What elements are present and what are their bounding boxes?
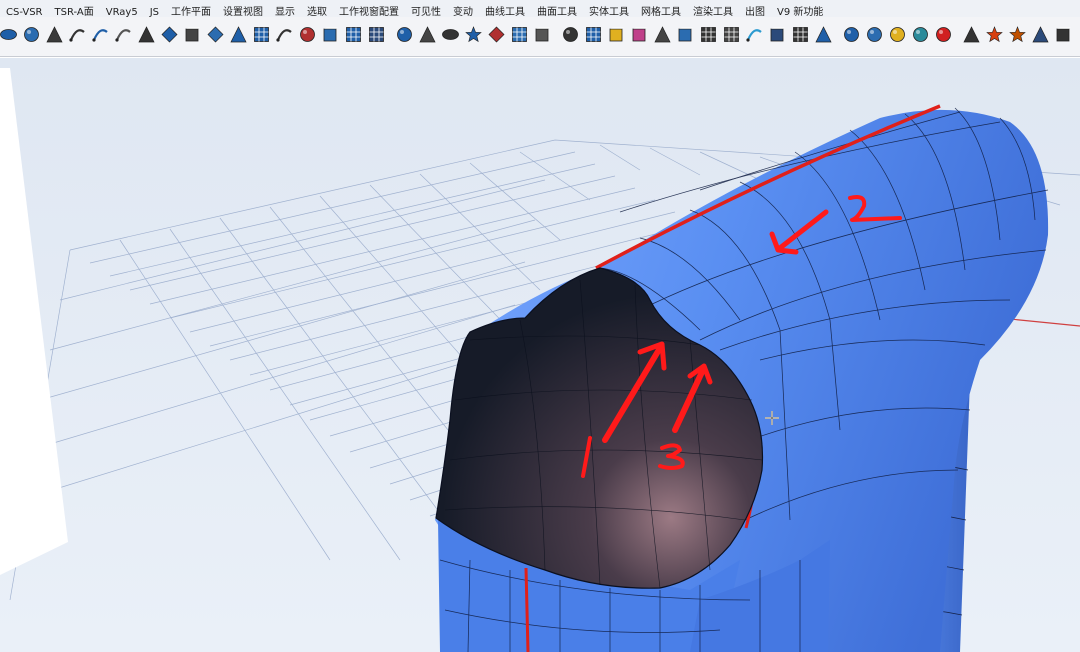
blend-curve-icon[interactable] bbox=[276, 26, 293, 43]
split-icon[interactable] bbox=[138, 26, 155, 43]
bridge-icon[interactable] bbox=[419, 26, 436, 43]
menu-tab-6[interactable]: 显示 bbox=[269, 4, 301, 17]
dumbbell-icon[interactable] bbox=[442, 26, 459, 43]
extrude-icon[interactable] bbox=[184, 26, 201, 43]
pen-icon[interactable] bbox=[230, 26, 247, 43]
globe-icon[interactable] bbox=[396, 26, 413, 43]
menu-tab-9[interactable]: 可见性 bbox=[405, 4, 447, 17]
menu-tab-17[interactable]: V9 新功能 bbox=[771, 4, 829, 17]
rebuild-icon[interactable] bbox=[207, 26, 224, 43]
red-puzzle-icon[interactable] bbox=[986, 26, 1003, 43]
gears-icon[interactable] bbox=[843, 26, 860, 43]
menu-tab-11[interactable]: 曲线工具 bbox=[479, 4, 531, 17]
menu-tab-14[interactable]: 网格工具 bbox=[635, 4, 687, 17]
dock-icon[interactable] bbox=[534, 26, 551, 43]
menu-tab-2[interactable]: VRay5 bbox=[100, 4, 144, 17]
tools-icon[interactable] bbox=[815, 26, 832, 43]
gear-puzzle-icon[interactable] bbox=[1009, 26, 1026, 43]
bench-icon[interactable] bbox=[654, 26, 671, 43]
toolbar bbox=[0, 17, 1080, 57]
menu-tab-12[interactable]: 曲面工具 bbox=[531, 4, 583, 17]
menu-tab-4[interactable]: 工作平面 bbox=[165, 4, 217, 17]
sphere-icon[interactable] bbox=[23, 26, 40, 43]
ellipsoid-icon[interactable] bbox=[0, 26, 17, 43]
circle-yellow-icon[interactable] bbox=[889, 26, 906, 43]
star-icon[interactable] bbox=[465, 26, 482, 43]
menu-tab-3[interactable]: JS bbox=[144, 4, 165, 17]
no-entry-icon[interactable] bbox=[935, 26, 952, 43]
gold-cube-icon[interactable] bbox=[608, 26, 625, 43]
film-icon[interactable] bbox=[368, 26, 385, 43]
connect-icon[interactable] bbox=[299, 26, 316, 43]
rotate-icon[interactable] bbox=[562, 26, 579, 43]
list-icon[interactable] bbox=[792, 26, 809, 43]
circle-teal-icon[interactable] bbox=[912, 26, 929, 43]
menu-tab-1[interactable]: TSR-A面 bbox=[49, 4, 100, 17]
hook-icon[interactable] bbox=[746, 26, 763, 43]
blue-cube-icon[interactable] bbox=[677, 26, 694, 43]
menu-tab-7[interactable]: 选取 bbox=[301, 4, 333, 17]
pink-cube-icon[interactable] bbox=[631, 26, 648, 43]
lamp-icon[interactable] bbox=[46, 26, 63, 43]
checker-icon[interactable] bbox=[511, 26, 528, 43]
menu-tab-0[interactable]: CS-VSR bbox=[0, 4, 49, 17]
grid-surface-icon[interactable] bbox=[253, 26, 270, 43]
menu-tab-5[interactable]: 设置视图 bbox=[217, 4, 269, 17]
house-icon[interactable] bbox=[1032, 26, 1049, 43]
seam-curve-front bbox=[524, 567, 530, 652]
box-icon[interactable] bbox=[322, 26, 339, 43]
menu-tab-10[interactable]: 变动 bbox=[447, 4, 479, 17]
curve-from-2-views-icon[interactable] bbox=[92, 26, 109, 43]
surface-patch-icon[interactable] bbox=[161, 26, 178, 43]
scissors-icon[interactable] bbox=[963, 26, 980, 43]
frame-icon[interactable] bbox=[1055, 26, 1072, 43]
perspective-viewport[interactable] bbox=[0, 58, 1080, 652]
wire-grid-icon[interactable] bbox=[585, 26, 602, 43]
project-icon[interactable] bbox=[488, 26, 505, 43]
menu-tab-8[interactable]: 工作视窗配置 bbox=[333, 4, 405, 17]
dark-grid-icon[interactable] bbox=[723, 26, 740, 43]
mesh-box-icon[interactable] bbox=[345, 26, 362, 43]
menu-bar: CS-VSR TSR-A面 VRay5 JS 工作平面 设置视图 显示 选取 工作视窗配置 可见性… bbox=[0, 0, 1080, 18]
menu-tab-13[interactable]: 实体工具 bbox=[583, 4, 635, 17]
circle-blue-icon[interactable] bbox=[866, 26, 883, 43]
layers-icon[interactable] bbox=[769, 26, 786, 43]
dots-grid-icon[interactable] bbox=[700, 26, 717, 43]
trim-curve-icon[interactable] bbox=[115, 26, 132, 43]
curve-point-icon[interactable] bbox=[69, 26, 86, 43]
menu-tab-15[interactable]: 渲染工具 bbox=[687, 4, 739, 17]
menu-tab-16[interactable]: 出图 bbox=[739, 4, 771, 17]
